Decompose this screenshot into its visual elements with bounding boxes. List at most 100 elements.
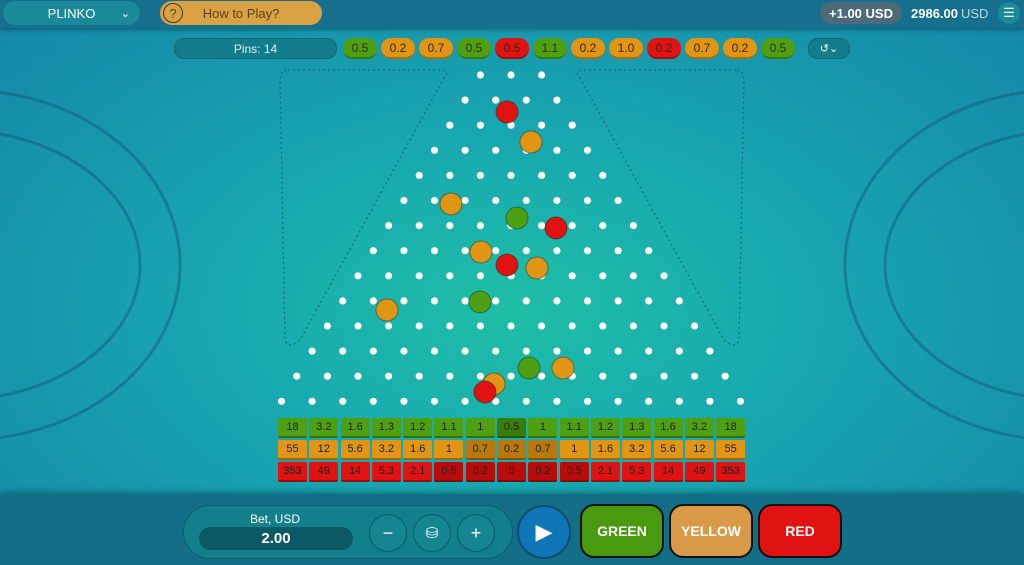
pin [492, 347, 500, 355]
pin [583, 247, 592, 255]
bet-panel: Bet, USD 2.00 − ⛁ + [183, 505, 513, 559]
pin [446, 121, 454, 129]
pin [706, 397, 714, 405]
ball-yellow [519, 130, 543, 154]
history-icon: ↺ [819, 43, 829, 55]
pin [675, 347, 683, 355]
pin [323, 322, 331, 330]
ball-green [468, 290, 492, 314]
history-bar: 0.5 0.2 0.7 0.5 0.5 1.1 0.2 1.0 0.2 0.7 0.2 0.5 [343, 38, 800, 59]
ball-yellow [469, 240, 493, 264]
history-chip: 0.2 [571, 38, 605, 59]
pin [538, 121, 546, 129]
ball-yellow [439, 192, 463, 216]
decrease-bet-button[interactable]: − [369, 514, 407, 552]
payout-cell-yellow: 0.2 [497, 440, 527, 460]
pin [645, 247, 653, 255]
chevron-down-icon: ⌄ [120, 7, 130, 20]
payout-cell-red: 5.3 [371, 462, 401, 482]
autoplay-icon: ▶ [535, 519, 553, 544]
pin [629, 272, 638, 280]
bet-input[interactable]: 2.00 [199, 527, 353, 550]
pin [308, 347, 316, 355]
pin [599, 222, 607, 230]
payout-cell-yellow: 12 [684, 440, 714, 460]
pin [385, 222, 393, 230]
menu-icon[interactable]: ☰ [998, 2, 1020, 24]
board-guide-left [279, 69, 448, 346]
pin [339, 297, 347, 305]
pin [461, 297, 469, 305]
pin [492, 96, 500, 104]
pin [461, 146, 469, 154]
payout-cell-yellow: 0.7 [528, 440, 558, 460]
pin [385, 372, 393, 380]
yellow-button[interactable]: YELLOW [669, 504, 753, 558]
pin [476, 222, 484, 230]
payout-cell-yellow: 3.2 [622, 440, 652, 460]
pin [507, 322, 515, 330]
pin [354, 322, 362, 330]
pin [599, 322, 607, 330]
pin [553, 196, 561, 205]
payout-cell-yellow: 3.2 [371, 440, 401, 460]
pin [476, 71, 484, 79]
pin [492, 196, 500, 205]
autoplay-button[interactable]: ▶ [517, 505, 571, 559]
pin [430, 247, 439, 255]
red-button[interactable]: RED [758, 504, 842, 558]
pin [446, 322, 454, 330]
pin [492, 297, 500, 305]
payout-cell-yellow: 1 [559, 440, 589, 460]
pin [568, 222, 576, 230]
pin [522, 397, 530, 405]
payout-cell-red: 49 [309, 462, 339, 482]
pin [568, 171, 576, 179]
ball-red [495, 253, 519, 277]
payout-cell-green: 18 [716, 418, 746, 438]
history-chip: 0.5 [495, 38, 529, 59]
pin [675, 297, 683, 305]
pin [400, 397, 408, 405]
ball-yellow [525, 256, 549, 280]
payout-cell-green: 3.2 [684, 418, 714, 438]
payout-cell-yellow: 1.6 [403, 440, 433, 460]
pin [645, 397, 653, 405]
pin [339, 347, 347, 355]
pins-selector[interactable]: Pins: 14 [174, 38, 337, 59]
balance-value: 2986.00 [911, 6, 958, 21]
payout-cell-red: 0.2 [465, 462, 495, 482]
pin [415, 222, 423, 230]
game-name: PLINKO [47, 5, 96, 21]
pin [660, 372, 668, 380]
payout-cell-red: 14 [653, 462, 683, 482]
pin [476, 171, 484, 179]
pin [461, 247, 469, 255]
pin [369, 297, 377, 305]
history-chip: 0.2 [647, 38, 681, 59]
payout-cell-yellow: 55 [278, 440, 307, 460]
pin [476, 372, 484, 380]
pin [614, 196, 622, 205]
coins-icon[interactable]: ⛁ [413, 514, 451, 552]
pin [492, 146, 500, 154]
pin [538, 322, 546, 330]
bet-label: Bet, USD [250, 512, 301, 526]
pin [369, 347, 377, 355]
green-button[interactable]: GREEN [580, 504, 664, 558]
pin [583, 196, 592, 205]
pin [369, 397, 377, 405]
how-to-play-button[interactable]: ? How to Play? [160, 1, 322, 25]
history-chip: 1.1 [533, 38, 567, 59]
payout-cell-red: 0.2 [528, 462, 558, 482]
history-button[interactable]: ↺ ⌄ [808, 38, 850, 59]
game-select[interactable]: PLINKO ⌄ [3, 1, 140, 25]
increase-bet-button[interactable]: + [457, 514, 495, 552]
history-chip: 0.7 [685, 38, 719, 59]
pin [446, 171, 454, 179]
payout-cell-green: 1.1 [434, 418, 464, 438]
pin [522, 297, 530, 305]
history-chip: 1.0 [609, 38, 643, 59]
payout-cell-red: 2.1 [403, 462, 433, 482]
pin [476, 322, 484, 330]
